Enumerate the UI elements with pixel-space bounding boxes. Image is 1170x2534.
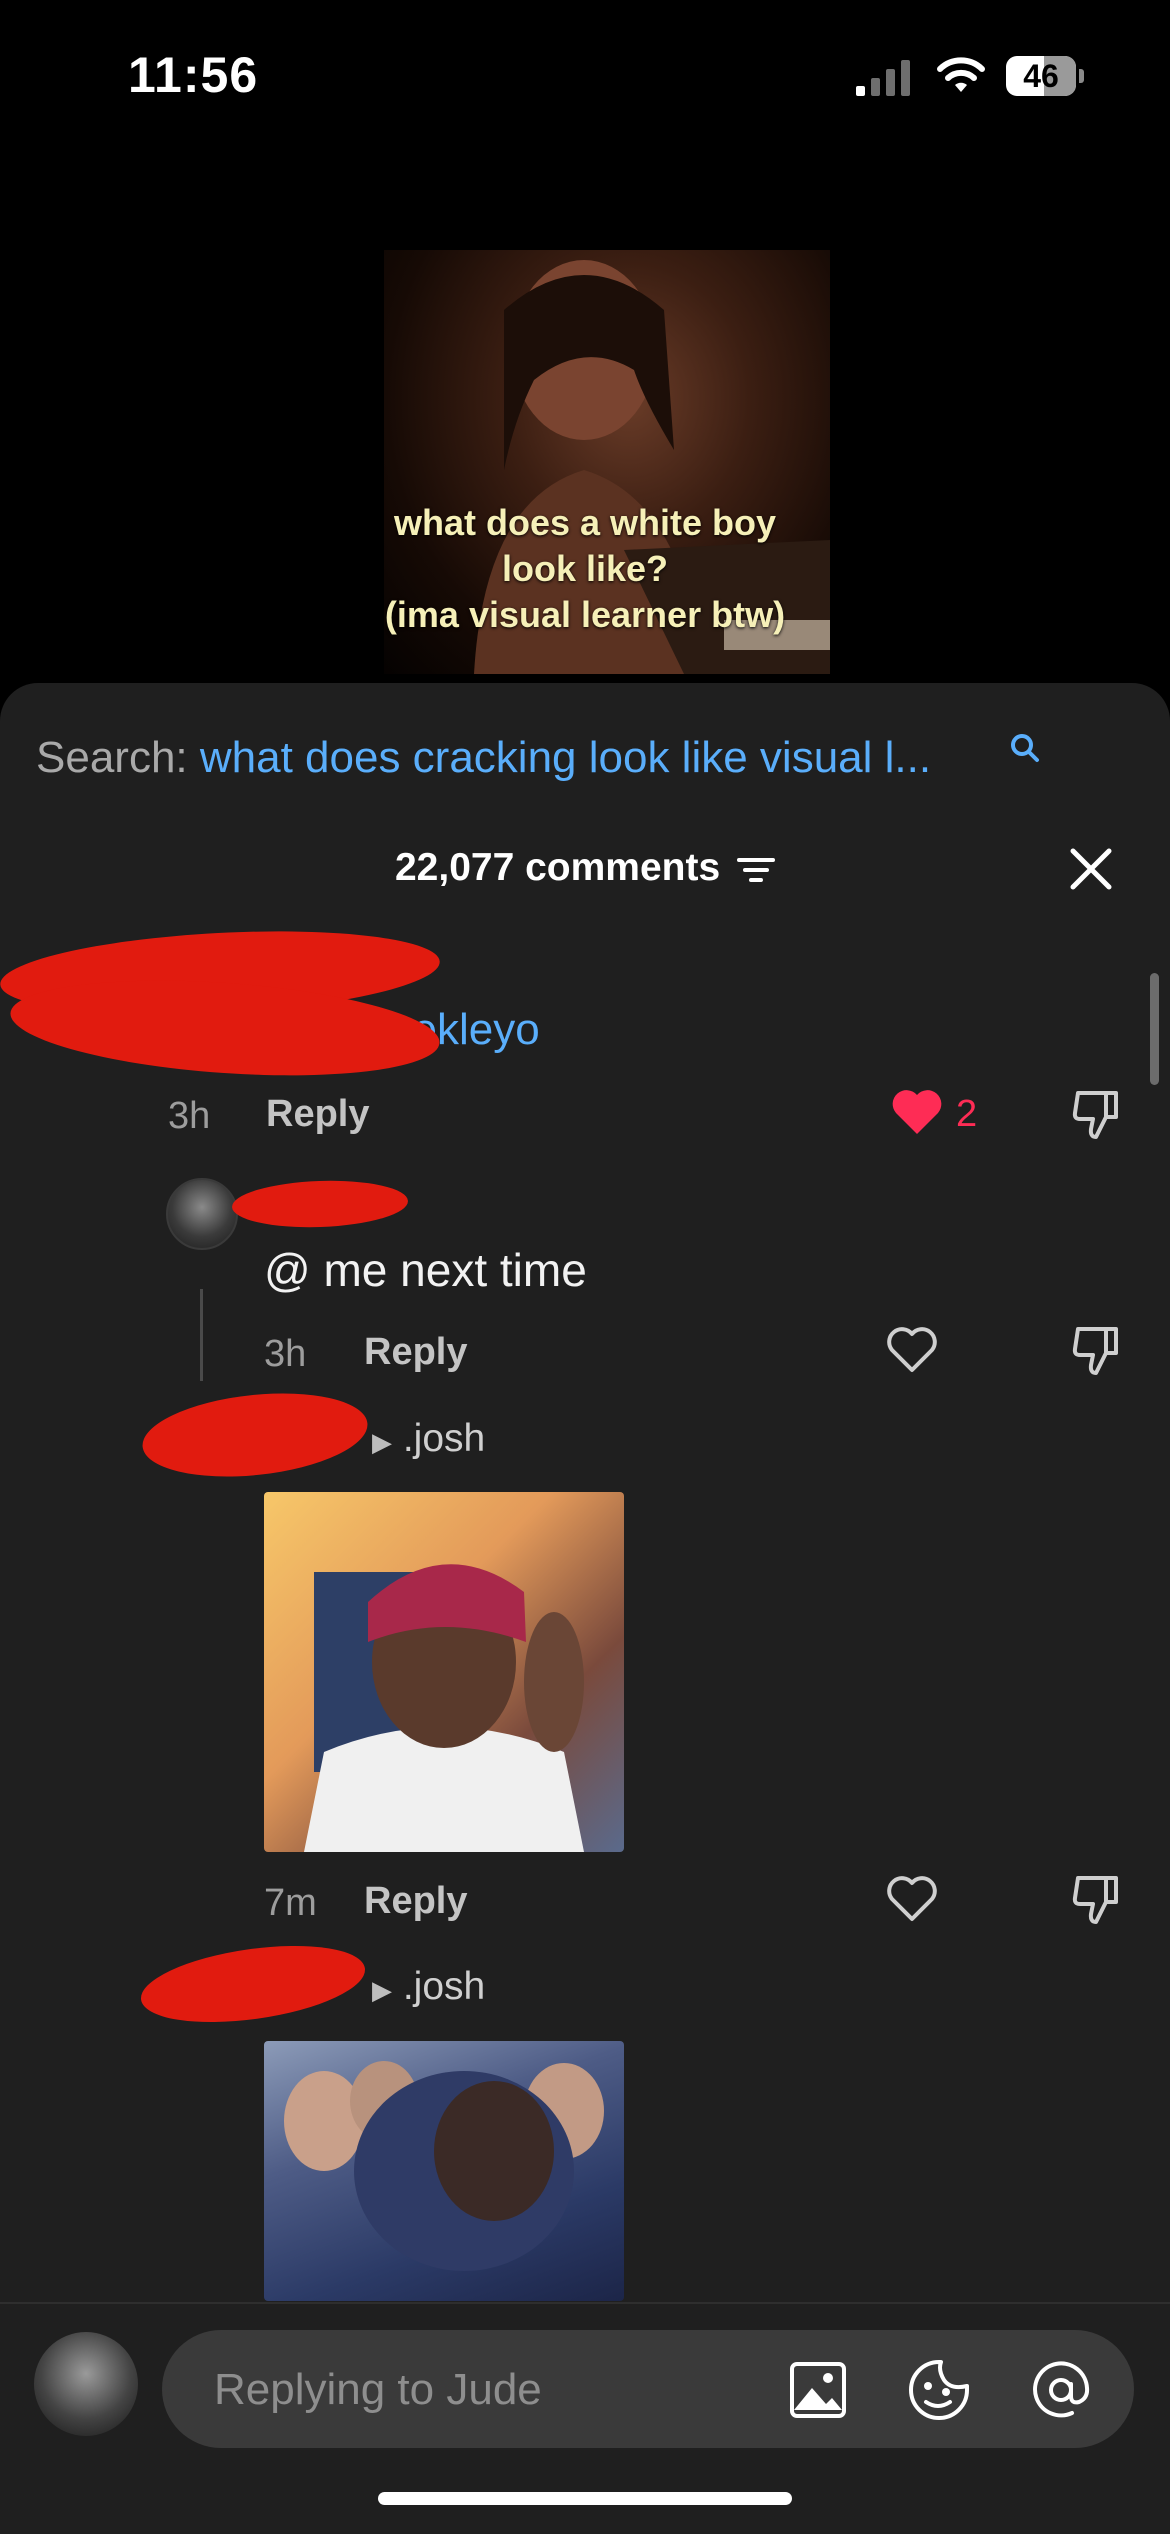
image-icon[interactable] (788, 2360, 848, 2420)
video-caption-line: (ima visual learner btw) (384, 594, 786, 635)
like-count: 2 (956, 1093, 978, 1135)
search-suggestion[interactable]: Search: what does cracking look like vis… (36, 733, 931, 783)
gif-content-illustration (304, 1564, 584, 1852)
comments-scrollbar[interactable] (1150, 973, 1159, 1085)
redaction-mark (136, 1933, 370, 2035)
comments-sheet: Search: what does cracking look like vis… (0, 683, 1170, 2532)
search-icon[interactable] (1008, 731, 1042, 765)
reply-button[interactable]: Reply (364, 1331, 467, 1374)
comment-timestamp: 7m (264, 1882, 317, 1924)
reply-target-name: .josh (402, 1417, 486, 1460)
video-caption-line: look like? (501, 548, 669, 589)
video-caption-line: what does a white boy (393, 502, 777, 543)
video-caption: what does a white boy look like? (ima vi… (340, 500, 830, 638)
heart-filled-icon[interactable] (890, 1087, 944, 1137)
reply-arrow-icon: ▶ (372, 1427, 392, 1457)
reply-target[interactable]: ▶ .josh (372, 1965, 485, 2009)
battery-percent: 46 (1023, 58, 1059, 94)
reply-arrow-icon: ▶ (372, 1975, 392, 2005)
gif-image[interactable] (264, 1492, 624, 1852)
emoji-sticker-icon[interactable] (906, 2358, 972, 2422)
comment-timestamp: 3h (168, 1095, 211, 1137)
comment-input[interactable] (212, 2330, 776, 2450)
home-indicator[interactable] (378, 2492, 792, 2505)
close-icon[interactable] (1068, 846, 1114, 892)
comment-text: @ me next time (264, 1244, 587, 1296)
mention-at-icon[interactable] (1028, 2358, 1094, 2422)
reply-button[interactable]: Reply (364, 1880, 467, 1923)
reply-target[interactable]: ▶ .josh (372, 1417, 485, 1461)
search-query-link[interactable]: what does cracking look like visual l... (200, 733, 931, 782)
reply-target-name: .josh (402, 1965, 486, 2008)
wifi-icon (937, 57, 985, 92)
avatar[interactable] (166, 1178, 238, 1250)
video-player[interactable]: what does a white boy look like? (ima vi… (0, 150, 1170, 690)
comment-timestamp: 3h (264, 1333, 307, 1375)
my-avatar[interactable] (34, 2332, 138, 2436)
comment-input-container[interactable] (162, 2330, 1134, 2450)
dislike-icon[interactable] (1070, 1872, 1122, 1926)
comments-count: 22,077 comments (394, 846, 721, 889)
comments-header: 22,077 comments (0, 846, 1170, 890)
redaction-mark (231, 1177, 409, 1231)
status-time: 11:56 (128, 47, 259, 103)
battery-body: 46 (1006, 56, 1076, 96)
battery-indicator: 46 (1006, 56, 1086, 96)
heart-outline-icon[interactable] (886, 1326, 938, 1374)
dislike-icon[interactable] (1070, 1087, 1122, 1141)
heart-outline-icon[interactable] (886, 1875, 938, 1923)
gif-content-illustration (284, 2061, 604, 2271)
comment-composer (0, 2302, 1170, 2534)
battery-tip (1079, 69, 1084, 83)
redaction-mark (138, 1383, 372, 1487)
status-bar: 11:56 46 (0, 0, 1170, 150)
search-label: Search: (36, 733, 188, 782)
gif-image[interactable] (264, 2041, 624, 2301)
filter-icon[interactable] (737, 855, 776, 885)
reply-button[interactable]: Reply (266, 1093, 369, 1136)
thread-line (200, 1289, 203, 1381)
dislike-icon[interactable] (1070, 1323, 1122, 1377)
cellular-signal-icon (856, 60, 910, 96)
